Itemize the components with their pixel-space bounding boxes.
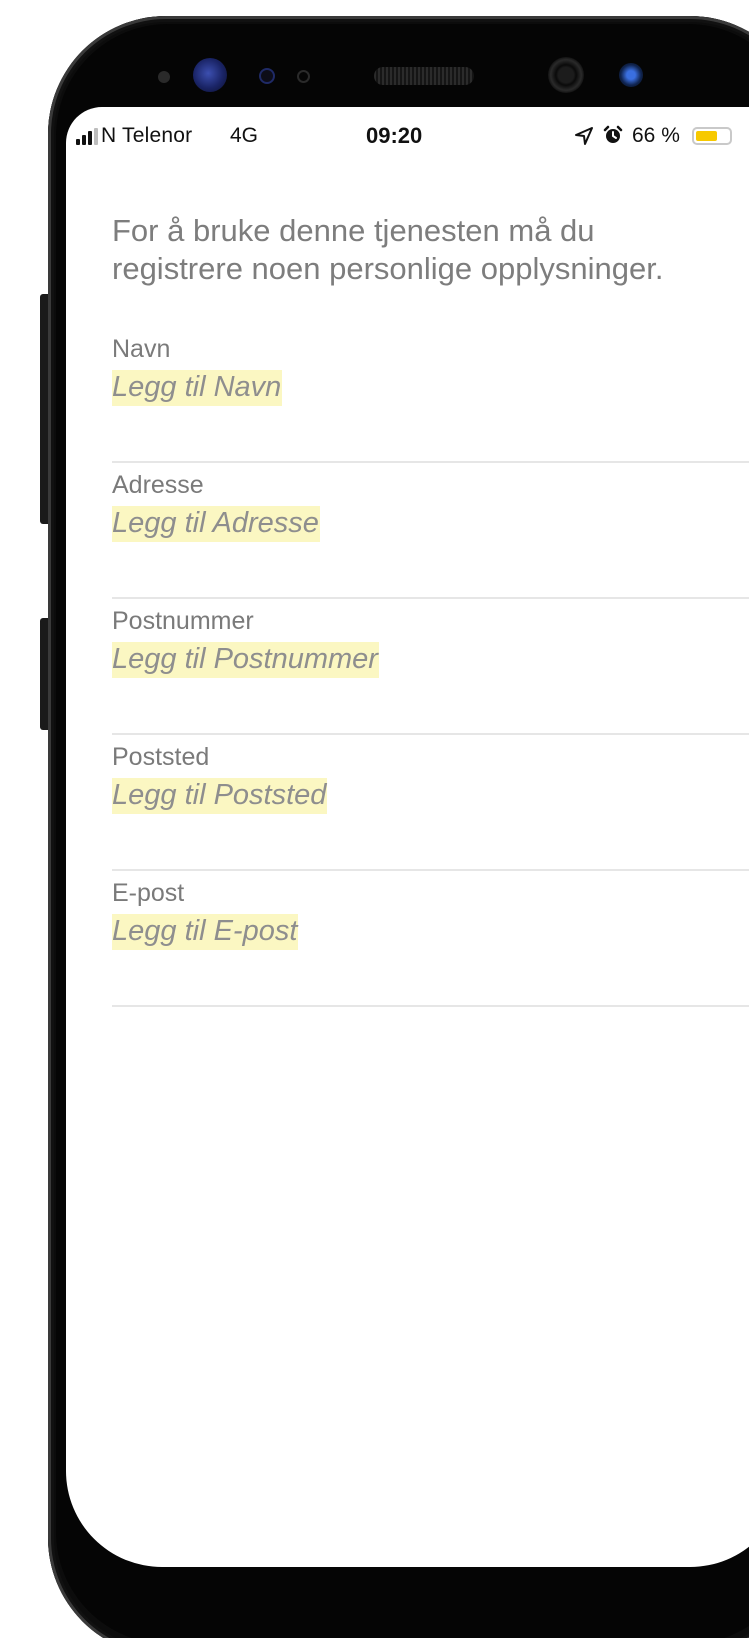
field-placeholder: Legg til Navn	[112, 370, 283, 406]
field-row-adresse[interactable]: Adresse Legg til Adresse	[112, 463, 749, 599]
volume-button	[40, 294, 48, 524]
bixby-button	[40, 618, 48, 730]
iris-camera-icon	[619, 63, 643, 87]
field-placeholder: Legg til Adresse	[112, 506, 320, 542]
proximity-sensor-icon	[158, 71, 170, 83]
intro-text: For å bruke denne tjenesten må du regist…	[112, 213, 664, 286]
field-label: Poststed	[112, 743, 210, 771]
field-row-navn[interactable]: Navn Legg til Navn	[112, 327, 749, 463]
network-type: 4G	[230, 124, 259, 147]
sensor-icon	[297, 70, 310, 83]
field-placeholder: Legg til Poststed	[112, 778, 328, 814]
phone-screen: N Telenor 4G 09:20 66 % For å bruke denn…	[66, 107, 749, 1567]
carrier-name: N Telenor	[101, 124, 193, 147]
field-label: E-post	[112, 879, 185, 907]
personal-info-list: Navn Legg til Navn Adresse Legg til Adre…	[112, 327, 749, 1007]
sensor-icon	[259, 68, 275, 84]
field-placeholder: Legg til E-post	[112, 914, 299, 950]
page: N Telenor 4G 09:20 66 % For å bruke denn…	[0, 0, 749, 1638]
earpiece-speaker	[374, 67, 474, 85]
front-camera-icon	[548, 57, 584, 93]
field-placeholder: Legg til Postnummer	[112, 642, 379, 678]
field-label: Postnummer	[112, 607, 254, 635]
battery-icon	[692, 127, 732, 145]
field-label: Navn	[112, 335, 171, 363]
status-time: 09:20	[366, 123, 423, 148]
field-row-postnummer[interactable]: Postnummer Legg til Postnummer	[112, 599, 749, 735]
alarm-clock-icon	[603, 125, 623, 143]
location-arrow-icon	[575, 127, 593, 145]
signal-icon	[76, 128, 98, 145]
field-label: Adresse	[112, 471, 204, 499]
field-row-epost[interactable]: E-post Legg til E-post	[112, 871, 749, 1007]
battery-percent: 66 %	[632, 124, 680, 147]
status-bar: N Telenor 4G 09:20 66 %	[66, 107, 749, 167]
iris-scanner-icon	[193, 58, 227, 92]
field-row-poststed[interactable]: Poststed Legg til Poststed	[112, 735, 749, 871]
